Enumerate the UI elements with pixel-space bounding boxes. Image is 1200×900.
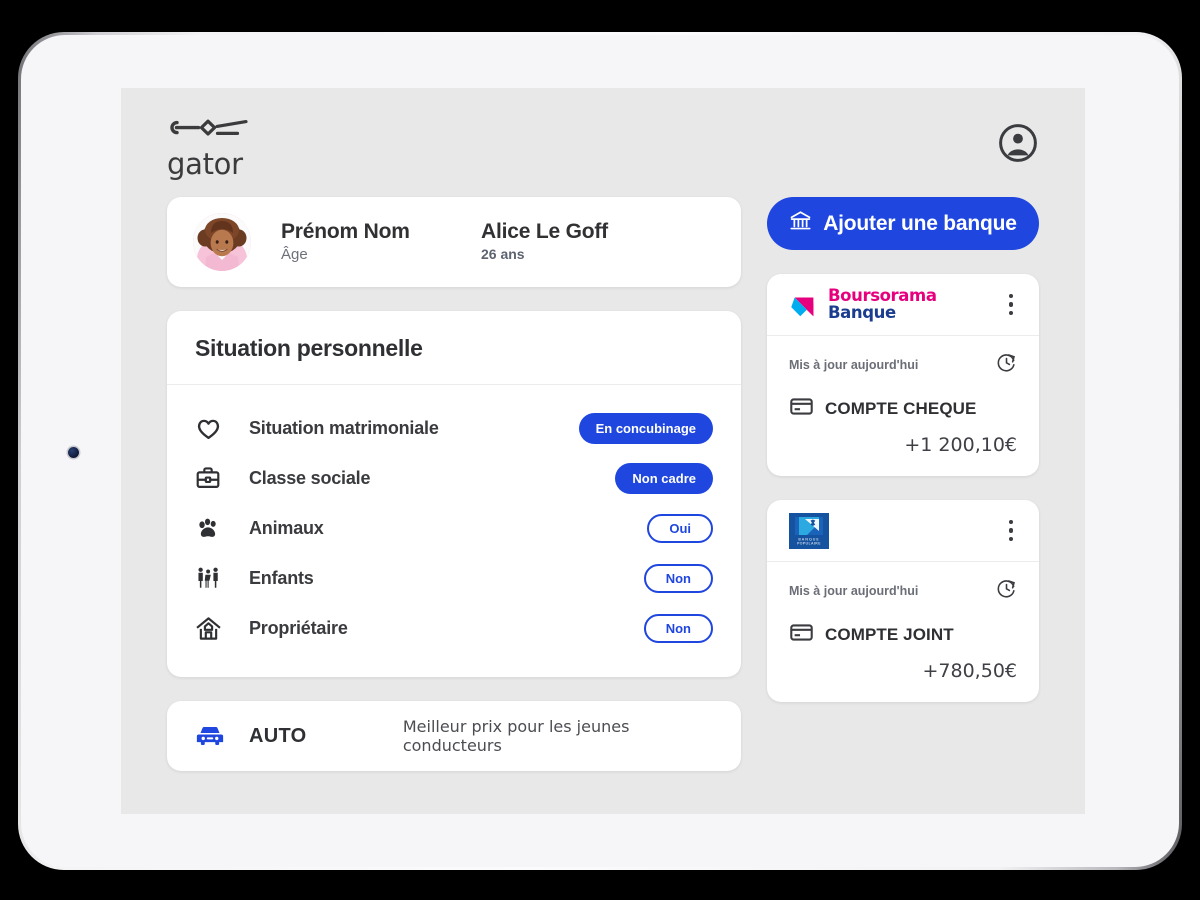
situation-badge-proprietaire[interactable]: Non bbox=[643, 613, 713, 643]
app-header: gator bbox=[121, 88, 1085, 179]
banque-populaire-logo: BANQUE POPULAIRE bbox=[789, 512, 829, 549]
situation-header: Situation personnelle bbox=[167, 311, 741, 385]
clock-refresh-icon[interactable] bbox=[996, 352, 1017, 378]
app-screen: gator Prénom Nom Âge Alice Le Goff 26 an… bbox=[121, 88, 1085, 814]
brand-wordmark: gator bbox=[167, 147, 243, 181]
boursorama-logo: Boursorama Banque bbox=[789, 287, 937, 322]
svg-text:POPULAIRE: POPULAIRE bbox=[797, 541, 821, 545]
bank-account-name: COMPTE JOINT bbox=[825, 625, 954, 644]
bank-updated-row: Mis à jour aujourd'hui bbox=[789, 352, 1017, 378]
account-circle-glyph bbox=[999, 124, 1037, 162]
identity-labels: Prénom Nom Âge bbox=[251, 219, 481, 265]
identity-label-age: Âge bbox=[281, 246, 308, 264]
kebab-menu-icon[interactable] bbox=[1003, 288, 1020, 322]
situation-row-animaux: Animaux Oui bbox=[195, 503, 713, 553]
boursorama-logo-text: Boursorama Banque bbox=[828, 287, 937, 322]
account-circle-icon[interactable] bbox=[997, 122, 1039, 164]
user-avatar-photo bbox=[193, 213, 251, 271]
bank-updated-text: Mis à jour aujourd'hui bbox=[789, 358, 919, 372]
bank-card-header: BANQUE POPULAIRE bbox=[767, 500, 1039, 562]
left-column: Prénom Nom Âge Alice Le Goff 26 ans Situ… bbox=[167, 197, 741, 771]
right-column: Ajouter une banque Boursorama Banque Mis… bbox=[767, 197, 1039, 771]
situation-label: Situation matrimoniale bbox=[249, 417, 439, 438]
bank-account-name: COMPTE CHEQUE bbox=[825, 399, 977, 418]
situation-badge-enfants[interactable]: Non bbox=[643, 563, 713, 593]
bank-updated-row: Mis à jour aujourd'hui bbox=[789, 578, 1017, 604]
bank-account-row: COMPTE CHEQUE bbox=[789, 394, 1017, 424]
brand-logo[interactable]: gator bbox=[167, 118, 249, 179]
credit-card-icon bbox=[789, 620, 814, 650]
bank-card-body: Mis à jour aujourd'hui bbox=[767, 562, 1039, 702]
boursorama-logo-mark bbox=[791, 297, 814, 316]
clock-refresh-icon[interactable] bbox=[996, 578, 1017, 604]
situation-label: Enfants bbox=[249, 567, 314, 588]
situation-row-matrimoniale: Situation matrimoniale En concubinage bbox=[195, 403, 713, 453]
gator-logo-mark bbox=[170, 119, 248, 136]
auto-product-card[interactable]: AUTO Meilleur prix pour les jeunes condu… bbox=[167, 701, 741, 771]
bank-account-amount: +780,50€ bbox=[922, 660, 1018, 682]
add-bank-button[interactable]: Ajouter une banque bbox=[767, 197, 1039, 250]
situation-badge-classe-sociale[interactable]: Non cadre bbox=[615, 462, 713, 494]
heart-icon bbox=[195, 415, 249, 442]
bank-card-boursorama: Boursorama Banque Mis à jour aujourd'hui bbox=[767, 274, 1039, 476]
situation-card: Situation personnelle Situation matrimon… bbox=[167, 311, 741, 677]
bank-card-body: Mis à jour aujourd'hui bbox=[767, 336, 1039, 476]
bank-updated-text: Mis à jour aujourd'hui bbox=[789, 584, 919, 598]
tablet-device-frame: gator Prénom Nom Âge Alice Le Goff 26 an… bbox=[18, 32, 1182, 870]
auto-title: AUTO bbox=[249, 724, 307, 747]
bank-account-amount: +1 200,10€ bbox=[904, 434, 1017, 456]
auto-subtitle: Meilleur prix pour les jeunes conducteur… bbox=[402, 717, 630, 755]
avatar bbox=[193, 213, 251, 271]
situation-row-enfants: Enfants Non bbox=[195, 553, 713, 603]
boursorama-line2: Banque bbox=[828, 302, 896, 322]
bank-account-row: COMPTE JOINT bbox=[789, 620, 1017, 650]
situation-row-proprietaire: Propriétaire Non bbox=[195, 603, 713, 653]
situation-rows: Situation matrimoniale En concubinage Cl… bbox=[167, 385, 741, 677]
main-content: Prénom Nom Âge Alice Le Goff 26 ans Situ… bbox=[121, 179, 1085, 771]
identity-value-name: Alice Le Goff bbox=[481, 220, 608, 244]
situation-title: Situation personnelle bbox=[195, 335, 423, 361]
kebab-menu-icon[interactable] bbox=[1003, 514, 1020, 548]
situation-badge-animaux[interactable]: Oui bbox=[647, 513, 713, 543]
situation-label: Animaux bbox=[249, 517, 324, 538]
add-bank-label: Ajouter une banque bbox=[823, 211, 1017, 235]
briefcase-icon bbox=[195, 465, 249, 491]
identity-label-name: Prénom Nom bbox=[281, 220, 410, 244]
paw-icon bbox=[195, 515, 249, 541]
identity-values: Alice Le Goff 26 ans bbox=[481, 219, 715, 265]
bank-icon bbox=[789, 209, 812, 238]
bank-card-header: Boursorama Banque bbox=[767, 274, 1039, 336]
family-icon bbox=[195, 565, 249, 591]
situation-label: Propriétaire bbox=[249, 617, 348, 638]
car-icon bbox=[195, 721, 249, 751]
situation-badge-matrimoniale[interactable]: En concubinage bbox=[578, 412, 713, 444]
identity-value-age: 26 ans bbox=[481, 246, 525, 263]
situation-row-classe-sociale: Classe sociale Non cadre bbox=[195, 453, 713, 503]
home-icon bbox=[195, 615, 249, 642]
front-camera-icon bbox=[68, 447, 79, 458]
identity-fields: Prénom Nom Âge Alice Le Goff 26 ans bbox=[251, 219, 715, 265]
tablet-screen-bezel: gator Prénom Nom Âge Alice Le Goff 26 an… bbox=[21, 35, 1179, 867]
identity-card: Prénom Nom Âge Alice Le Goff 26 ans bbox=[167, 197, 741, 287]
credit-card-icon bbox=[789, 394, 814, 424]
situation-label: Classe sociale bbox=[249, 467, 371, 488]
bank-card-banque-populaire: BANQUE POPULAIRE Mis à jour aujourd'hui bbox=[767, 500, 1039, 702]
banque-populaire-logo-mark: BANQUE POPULAIRE bbox=[789, 512, 829, 549]
